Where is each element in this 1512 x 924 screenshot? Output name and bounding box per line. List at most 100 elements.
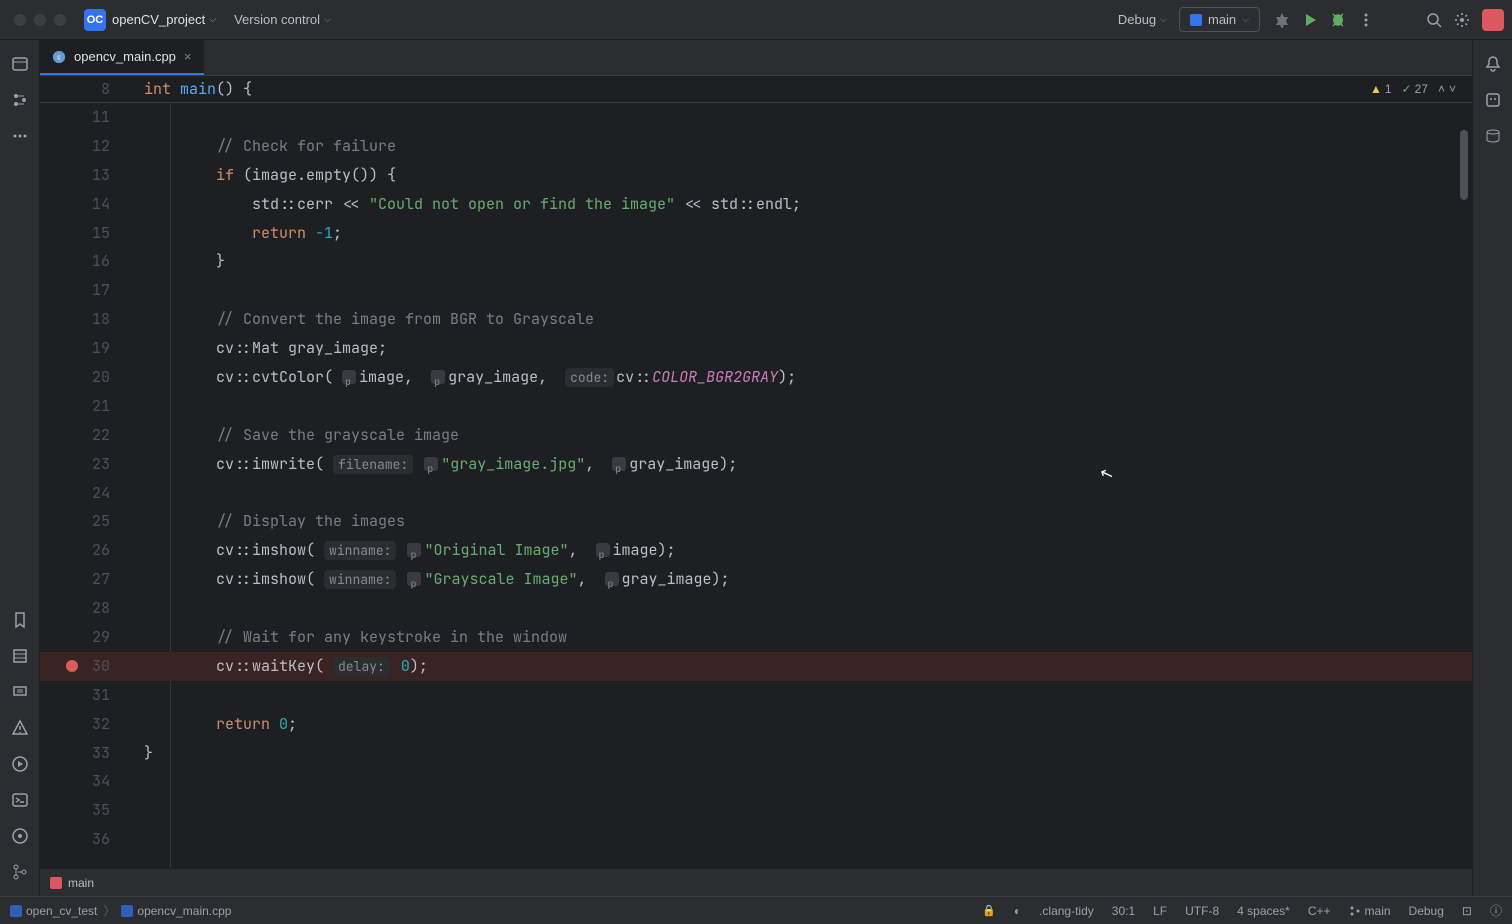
code-content[interactable]: // Check for failure <box>132 133 1472 160</box>
gutter-line-number[interactable]: 35 <box>40 797 132 824</box>
weak-warnings-indicator[interactable]: ✓27 <box>1402 82 1428 96</box>
messages-tool-button[interactable] <box>6 678 34 706</box>
code-content[interactable]: // Convert the image from BGR to Graysca… <box>132 306 1472 333</box>
code-content[interactable]: return 0; <box>132 711 1472 738</box>
breadcrumb-project[interactable]: open_cv_test <box>10 904 97 918</box>
code-content[interactable]: cv::cvtColor( image, gray_image, code:cv… <box>132 364 1472 391</box>
code-line[interactable]: 13 if (image.empty()) { <box>40 161 1472 190</box>
problems-tool-button[interactable] <box>6 714 34 742</box>
close-window-icon[interactable] <box>14 14 26 26</box>
gutter-line-number[interactable]: 11 <box>40 104 132 131</box>
gutter-line-number[interactable]: 33 <box>40 740 132 767</box>
code-content[interactable]: cv::imshow( winname: "Grayscale Image", … <box>132 566 1472 593</box>
code-line[interactable]: 15 return -1; <box>40 219 1472 248</box>
project-tool-button[interactable] <box>6 50 34 78</box>
debug-button[interactable] <box>1324 6 1352 34</box>
code-editor[interactable]: ▲1 ✓27 ˄ ˅ 8 int main() { 1112 // Check … <box>40 76 1472 868</box>
code-lines[interactable]: 1112 // Check for failure13 if (image.em… <box>40 103 1472 854</box>
more-actions-button[interactable] <box>1352 6 1380 34</box>
line-separator[interactable]: LF <box>1153 904 1167 918</box>
code-line[interactable]: 17 <box>40 276 1472 305</box>
code-line[interactable]: 23 cv::imwrite( filename: "gray_image.jp… <box>40 450 1472 479</box>
notifications-button[interactable] <box>1479 50 1507 78</box>
breadcrumb-file[interactable]: opencv_main.cpp <box>121 904 231 918</box>
gutter-line-number[interactable]: 18 <box>40 306 132 333</box>
todo-tool-button[interactable] <box>6 642 34 670</box>
code-line[interactable]: 28 <box>40 594 1472 623</box>
vcs-menu[interactable]: Version control ⌵ <box>234 12 331 27</box>
gutter-line-number[interactable]: 23 <box>40 451 132 478</box>
gutter-line-number[interactable]: 20 <box>40 364 132 391</box>
settings-button[interactable] <box>1448 6 1476 34</box>
build-button[interactable] <box>1268 6 1296 34</box>
run-config-selector[interactable]: Debug ⌵ <box>1118 12 1167 27</box>
vcs-tool-button[interactable] <box>6 858 34 886</box>
gutter-line-number[interactable]: 24 <box>40 480 132 507</box>
lock-icon[interactable] <box>982 904 996 917</box>
code-content[interactable]: } <box>132 248 1472 275</box>
gutter-line-number[interactable]: 27 <box>40 566 132 593</box>
editor-scrollbar[interactable] <box>1458 100 1468 864</box>
gutter-line-number[interactable]: 19 <box>40 335 132 362</box>
more-tools-button[interactable] <box>6 122 34 150</box>
account-avatar[interactable] <box>1482 9 1504 31</box>
file-encoding[interactable]: UTF-8 <box>1185 904 1219 918</box>
run-target-selector[interactable]: main ⌵ <box>1179 7 1260 32</box>
gutter-line-number[interactable]: 25 <box>40 508 132 535</box>
run-tool-button[interactable] <box>6 750 34 778</box>
minimize-window-icon[interactable] <box>34 14 46 26</box>
code-line[interactable]: 35 <box>40 796 1472 825</box>
tab-opencv-main[interactable]: c opencv_main.cpp × <box>40 40 204 75</box>
terminal-tool-button[interactable] <box>6 786 34 814</box>
code-content[interactable]: // Display the images <box>132 508 1472 535</box>
gutter-line-number[interactable]: 30 <box>40 653 132 680</box>
gutter-line-number[interactable]: 17 <box>40 277 132 304</box>
code-line[interactable]: 32 return 0; <box>40 710 1472 739</box>
theme-toggle-icon[interactable]: ◐ <box>1014 904 1021 918</box>
gutter-line-number[interactable]: 12 <box>40 133 132 160</box>
gutter-line-number[interactable]: 26 <box>40 537 132 564</box>
git-toolwindow-header[interactable]: main <box>40 868 1472 896</box>
code-line[interactable]: 36 <box>40 825 1472 854</box>
services-tool-button[interactable] <box>6 822 34 850</box>
close-tab-icon[interactable]: × <box>184 49 192 64</box>
gutter-line-number[interactable]: 14 <box>40 191 132 218</box>
ai-assistant-button[interactable] <box>1479 86 1507 114</box>
prev-highlight-icon[interactable]: ˄ <box>1438 82 1445 96</box>
code-content[interactable]: cv::Mat gray_image; <box>132 335 1472 362</box>
code-content[interactable]: cv::imshow( winname: "Original Image", i… <box>132 537 1472 564</box>
code-line[interactable]: 25 // Display the images <box>40 507 1472 536</box>
gutter-line-number[interactable]: 28 <box>40 595 132 622</box>
next-highlight-icon[interactable]: ˅ <box>1449 82 1456 96</box>
gutter-line-number[interactable]: 31 <box>40 682 132 709</box>
gutter-line-number[interactable]: 16 <box>40 248 132 275</box>
code-line[interactable]: 22 // Save the grayscale image <box>40 421 1472 450</box>
memory-indicator-icon[interactable]: ⊡ <box>1462 904 1472 918</box>
code-line[interactable]: 21 <box>40 392 1472 421</box>
gutter-line-number[interactable]: 36 <box>40 826 132 853</box>
run-button[interactable] <box>1296 6 1324 34</box>
code-line[interactable]: 31 <box>40 681 1472 710</box>
code-content[interactable]: return -1; <box>132 220 1472 247</box>
code-line[interactable]: 11 <box>40 103 1472 132</box>
inspection-widget[interactable]: ▲1 ✓27 ˄ ˅ <box>1370 82 1456 96</box>
gutter-line-number[interactable]: 22 <box>40 422 132 449</box>
code-line[interactable]: 30 cv::waitKey( delay: 0); <box>40 652 1472 681</box>
warnings-indicator[interactable]: ▲1 <box>1370 82 1392 96</box>
gutter-line-number[interactable]: 32 <box>40 711 132 738</box>
code-content[interactable]: std::cerr << "Could not open or find the… <box>132 191 1472 218</box>
code-content[interactable]: } <box>132 740 1472 767</box>
project-selector[interactable]: openCV_project ⌵ <box>112 12 216 27</box>
code-line[interactable]: 16 } <box>40 247 1472 276</box>
cursor-position[interactable]: 30:1 <box>1112 904 1135 918</box>
gutter-line-number[interactable]: 13 <box>40 162 132 189</box>
code-content[interactable]: cv::waitKey( delay: 0); <box>132 653 1472 680</box>
code-line[interactable]: 20 cv::cvtColor( image, gray_image, code… <box>40 363 1472 392</box>
code-content[interactable]: cv::imwrite( filename: "gray_image.jpg",… <box>132 451 1472 478</box>
gutter-line-number[interactable]: 34 <box>40 768 132 795</box>
structure-tool-button[interactable] <box>6 86 34 114</box>
code-line[interactable]: 18 // Convert the image from BGR to Gray… <box>40 305 1472 334</box>
code-content[interactable]: if (image.empty()) { <box>132 162 1472 189</box>
code-line[interactable]: 33} <box>40 739 1472 768</box>
database-tool-button[interactable] <box>1479 122 1507 150</box>
